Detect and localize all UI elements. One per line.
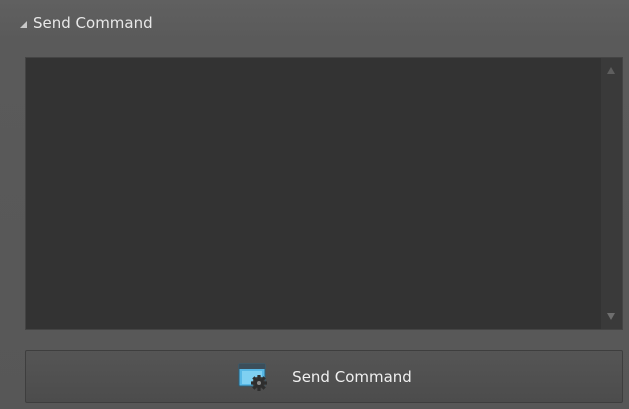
scroll-up-arrow-icon[interactable]: [607, 67, 615, 74]
command-editor: [25, 57, 623, 330]
send-command-label: Send Command: [292, 367, 412, 386]
command-input[interactable]: [26, 58, 601, 329]
panel-header[interactable]: Send Command: [0, 0, 629, 46]
send-command-panel: Send Command Send Command: [0, 0, 629, 409]
panel-title: Send Command: [33, 14, 153, 32]
scroll-down-arrow-icon[interactable]: [607, 313, 615, 320]
collapse-triangle-icon[interactable]: [20, 20, 27, 28]
window-gear-icon: [238, 362, 268, 392]
send-command-button[interactable]: Send Command: [25, 350, 623, 403]
vertical-scrollbar[interactable]: [601, 58, 622, 329]
